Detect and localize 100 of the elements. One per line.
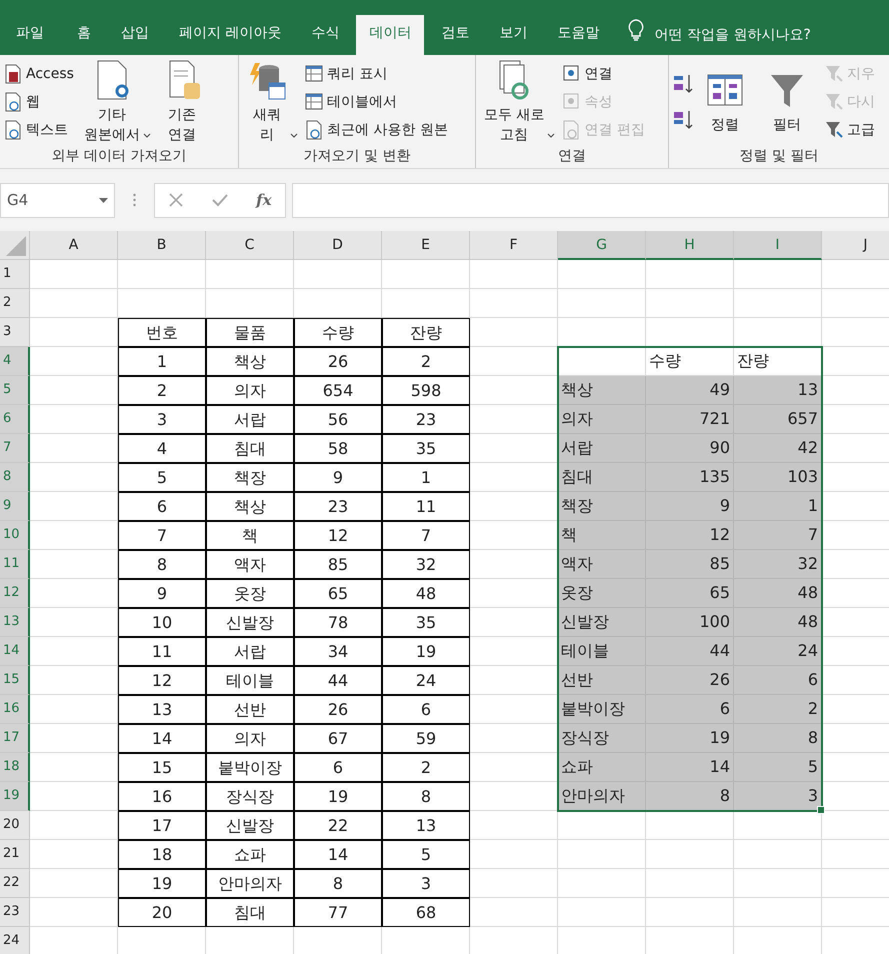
ribbon-button[interactable]: 연결 xyxy=(562,60,645,88)
table-cell: 1 xyxy=(382,463,470,492)
group-label: 연결 xyxy=(557,147,587,165)
ribbon-tab[interactable]: 삽입 xyxy=(108,15,162,55)
ribbon-tab[interactable]: 페이지 레이아웃 xyxy=(166,15,294,55)
table-cell: 6 xyxy=(646,695,734,724)
row-header[interactable]: 7 xyxy=(0,434,30,463)
table-cell: 59 xyxy=(382,724,470,753)
row-header[interactable]: 14 xyxy=(0,637,30,666)
table-cell: 9 xyxy=(294,463,382,492)
table-cell: 13 xyxy=(734,376,822,405)
column-header[interactable]: G xyxy=(558,231,646,260)
row-header[interactable]: 18 xyxy=(0,753,30,782)
table-cell: 12 xyxy=(118,666,206,695)
ribbon-button[interactable]: 기존 연결 xyxy=(158,59,214,145)
row-header[interactable]: 15 xyxy=(0,666,30,695)
row-header[interactable]: 17 xyxy=(0,724,30,753)
row-header[interactable]: 6 xyxy=(0,405,30,434)
table-cell: 49 xyxy=(646,376,734,405)
column-header[interactable]: J xyxy=(822,231,889,260)
insert-function-button[interactable]: fx xyxy=(256,191,272,209)
table-cell: 12 xyxy=(646,521,734,550)
row-header[interactable]: 20 xyxy=(0,811,30,840)
ribbon-button[interactable]: 최근에 사용한 원본 xyxy=(305,116,448,144)
row-header[interactable]: 10 xyxy=(0,521,30,550)
row-header[interactable]: 4 xyxy=(0,347,30,376)
ribbon-button[interactable]: Access xyxy=(4,60,74,88)
sort-descending-icon xyxy=(673,109,695,131)
table-cell: 6 xyxy=(118,492,206,521)
dropdown-icon xyxy=(99,198,108,202)
ribbon-tab[interactable]: 도움말 xyxy=(544,15,612,55)
row-header[interactable]: 24 xyxy=(0,927,30,954)
formula-input[interactable] xyxy=(292,182,889,218)
row-header[interactable]: 8 xyxy=(0,463,30,492)
ribbon-button[interactable]: 텍스트 xyxy=(4,116,74,144)
name-box[interactable]: G4 xyxy=(0,182,115,218)
ribbon-tab[interactable]: 파일 xyxy=(0,15,60,55)
table-cell: 34 xyxy=(294,637,382,666)
row-header[interactable]: 16 xyxy=(0,695,30,724)
cancel-icon[interactable] xyxy=(168,192,184,208)
ribbon-button[interactable]: 새쿼 리 xyxy=(243,59,299,145)
ribbon-button[interactable]: 기타 원본에서 xyxy=(80,59,152,145)
row-header[interactable]: 12 xyxy=(0,579,30,608)
row-header[interactable]: 1 xyxy=(0,260,30,289)
table-cell: 42 xyxy=(734,434,822,463)
ribbon-button[interactable]: 정렬 xyxy=(701,69,757,135)
table-cell: 신발장 xyxy=(558,608,646,637)
table-cell: 8 xyxy=(646,782,734,811)
ribbon-button[interactable]: 고급 xyxy=(825,116,875,144)
table-cell: 9 xyxy=(118,579,206,608)
row-header[interactable]: 21 xyxy=(0,840,30,869)
ribbon-tab[interactable]: 검토 xyxy=(428,15,482,55)
grip-icon xyxy=(133,193,136,207)
table-cell: 8 xyxy=(294,869,382,898)
table-cell: 598 xyxy=(382,376,470,405)
ribbon-button[interactable]: 모두 새로 고침 xyxy=(480,59,556,145)
row-header[interactable]: 5 xyxy=(0,376,30,405)
ribbon-button[interactable]: 테이블에서 xyxy=(305,88,448,116)
advanced-filter-icon xyxy=(825,120,843,140)
table-cell: 1 xyxy=(734,492,822,521)
table-cell: 19 xyxy=(646,724,734,753)
ribbon-tab[interactable]: 데이터 xyxy=(356,15,424,55)
table-cell: 32 xyxy=(382,550,470,579)
row-header[interactable]: 22 xyxy=(0,869,30,898)
row-header[interactable]: 11 xyxy=(0,550,30,579)
ribbon-tab[interactable]: 보기 xyxy=(486,15,540,55)
table-cell: 5 xyxy=(118,463,206,492)
table-cell: 44 xyxy=(646,637,734,666)
table-cell: 44 xyxy=(294,666,382,695)
column-header[interactable]: H xyxy=(646,231,734,260)
row-header[interactable]: 3 xyxy=(0,318,30,347)
ribbon-button[interactable]: 쿼리 표시 xyxy=(305,60,448,88)
column-header[interactable]: B xyxy=(118,231,206,260)
table-cell: 14 xyxy=(294,840,382,869)
row-header[interactable]: 13 xyxy=(0,608,30,637)
column-header[interactable]: A xyxy=(30,231,118,260)
table-cell: 90 xyxy=(646,434,734,463)
table-cell: 책상 xyxy=(558,376,646,405)
row-header[interactable]: 23 xyxy=(0,898,30,927)
column-header[interactable]: I xyxy=(734,231,822,260)
check-icon[interactable] xyxy=(211,192,230,208)
ribbon-button[interactable]: 필터 xyxy=(763,69,819,135)
table-cell: 26 xyxy=(646,666,734,695)
table-cell: 7 xyxy=(118,521,206,550)
ribbon-tab[interactable]: 수식 xyxy=(298,15,352,55)
table-cell: 18 xyxy=(118,840,206,869)
row-header[interactable]: 19 xyxy=(0,782,30,811)
select-all-button[interactable] xyxy=(0,231,30,260)
row-header[interactable]: 9 xyxy=(0,492,30,521)
column-header[interactable]: F xyxy=(470,231,558,260)
tell-me-field[interactable]: 어떤 작업을 원하시나요? xyxy=(654,15,864,55)
ribbon-button[interactable]: 웹 xyxy=(4,88,74,116)
column-header[interactable]: E xyxy=(382,231,470,260)
row-header[interactable]: 2 xyxy=(0,289,30,318)
table-cell: 65 xyxy=(294,579,382,608)
table-cell: 65 xyxy=(646,579,734,608)
column-header[interactable]: C xyxy=(206,231,294,260)
table-cell: 5 xyxy=(734,753,822,782)
ribbon-tab[interactable]: 홈 xyxy=(64,15,104,55)
column-header[interactable]: D xyxy=(294,231,382,260)
